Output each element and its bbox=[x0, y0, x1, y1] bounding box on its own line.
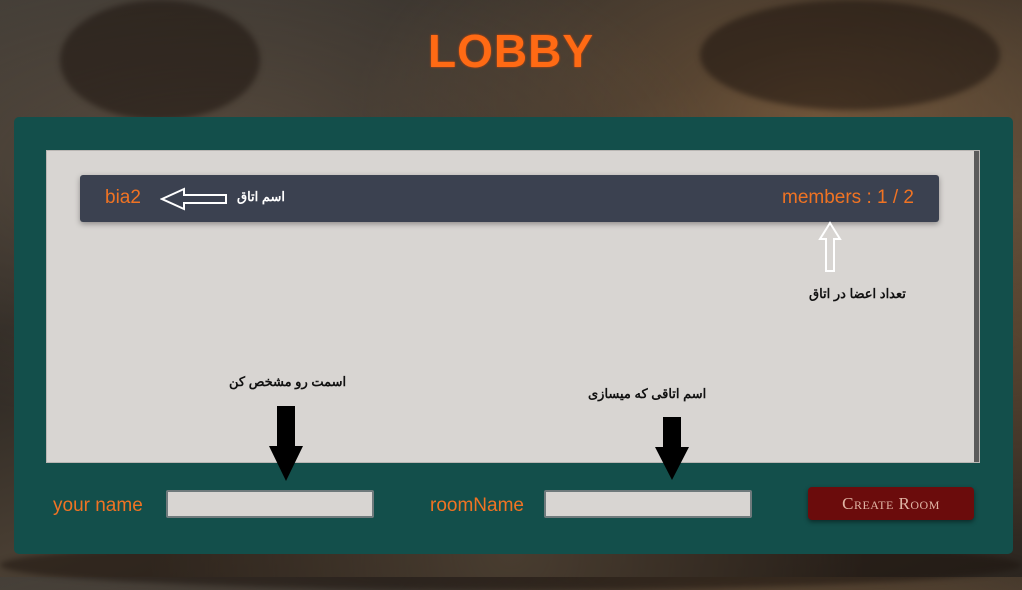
create-room-button[interactable]: Create Room bbox=[808, 487, 974, 520]
room-list-item[interactable]: bia2 اسم اتاق members : 1 / 2 bbox=[80, 175, 939, 222]
room-name-label: roomName bbox=[430, 495, 524, 516]
room-name-annotation: اسم اتاق bbox=[237, 189, 286, 204]
room-name-input[interactable] bbox=[544, 490, 752, 518]
room-members-count: members : 1 / 2 bbox=[782, 187, 914, 208]
your-name-input[interactable] bbox=[166, 490, 374, 518]
page-title: LOBBY bbox=[428, 25, 594, 77]
arrow-down-icon bbox=[269, 406, 303, 481]
arrow-up-icon bbox=[818, 221, 842, 272]
arrow-left-icon bbox=[160, 187, 227, 211]
your-name-annotation: اسمت رو مشخص کن bbox=[229, 374, 347, 389]
arrow-down-icon bbox=[655, 417, 689, 480]
room-name-hint-annotation: اسم اتاقی که میسازی bbox=[588, 386, 707, 401]
room-name: bia2 bbox=[105, 187, 141, 208]
room-list: bia2 اسم اتاق members : 1 / 2 تعداد اعضا… bbox=[46, 150, 980, 481]
members-annotation: تعداد اعضا در اتاق bbox=[809, 286, 906, 301]
your-name-label: your name bbox=[53, 495, 143, 516]
scrollbar[interactable] bbox=[974, 151, 979, 462]
lobby-panel: bia2 اسم اتاق members : 1 / 2 تعداد اعضا… bbox=[14, 117, 1013, 554]
